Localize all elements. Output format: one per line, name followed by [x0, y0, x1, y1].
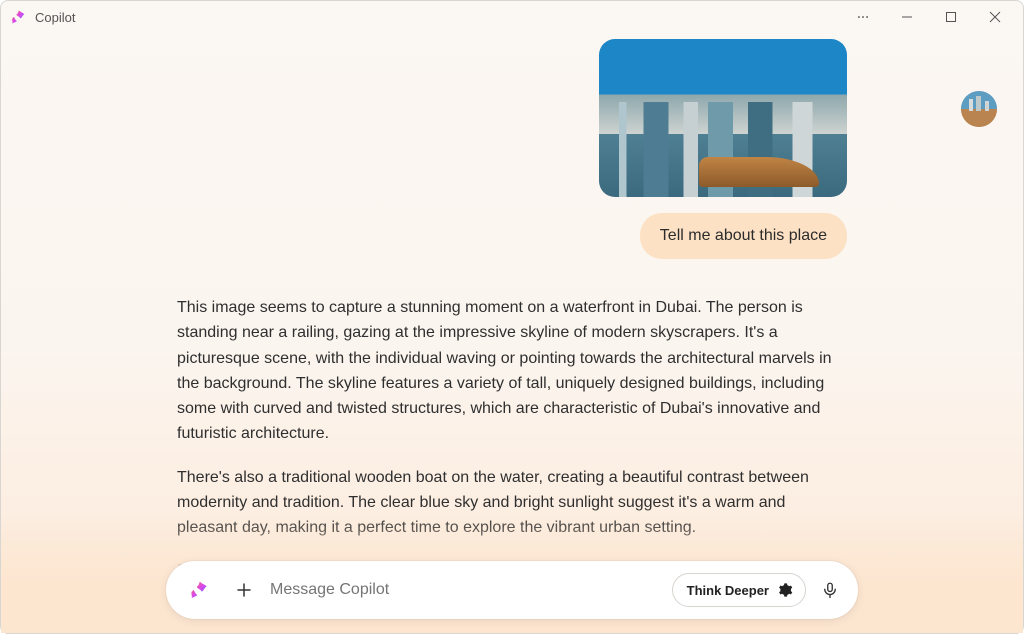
- user-message-block: Tell me about this place: [177, 37, 847, 259]
- close-button[interactable]: [973, 3, 1017, 31]
- user-uploaded-image[interactable]: [599, 39, 847, 197]
- more-button[interactable]: [841, 3, 885, 31]
- chat-area: Tell me about this place This image seem…: [1, 33, 1023, 633]
- app-title: Copilot: [35, 10, 75, 25]
- copilot-launcher-icon[interactable]: [180, 570, 220, 610]
- title-bar: Copilot: [1, 1, 1023, 33]
- attach-button[interactable]: [224, 570, 264, 610]
- minimize-button[interactable]: [885, 3, 929, 31]
- think-deeper-button[interactable]: Think Deeper: [672, 573, 806, 607]
- assistant-response: This image seems to capture a stunning m…: [177, 295, 847, 584]
- microphone-button[interactable]: [810, 570, 850, 610]
- copilot-logo-icon: [11, 9, 27, 25]
- think-deeper-label: Think Deeper: [687, 583, 769, 598]
- input-bar-container: Think Deeper: [1, 561, 1023, 619]
- app-window: Copilot Tell me about this plac: [0, 0, 1024, 634]
- user-avatar[interactable]: [961, 91, 997, 127]
- user-message-bubble: Tell me about this place: [640, 213, 847, 259]
- input-bar: Think Deeper: [166, 561, 858, 619]
- message-input[interactable]: [270, 581, 668, 599]
- maximize-button[interactable]: [929, 3, 973, 31]
- assistant-paragraph: This image seems to capture a stunning m…: [177, 295, 847, 447]
- gear-icon: [777, 582, 793, 598]
- assistant-paragraph: There's also a traditional wooden boat o…: [177, 465, 847, 541]
